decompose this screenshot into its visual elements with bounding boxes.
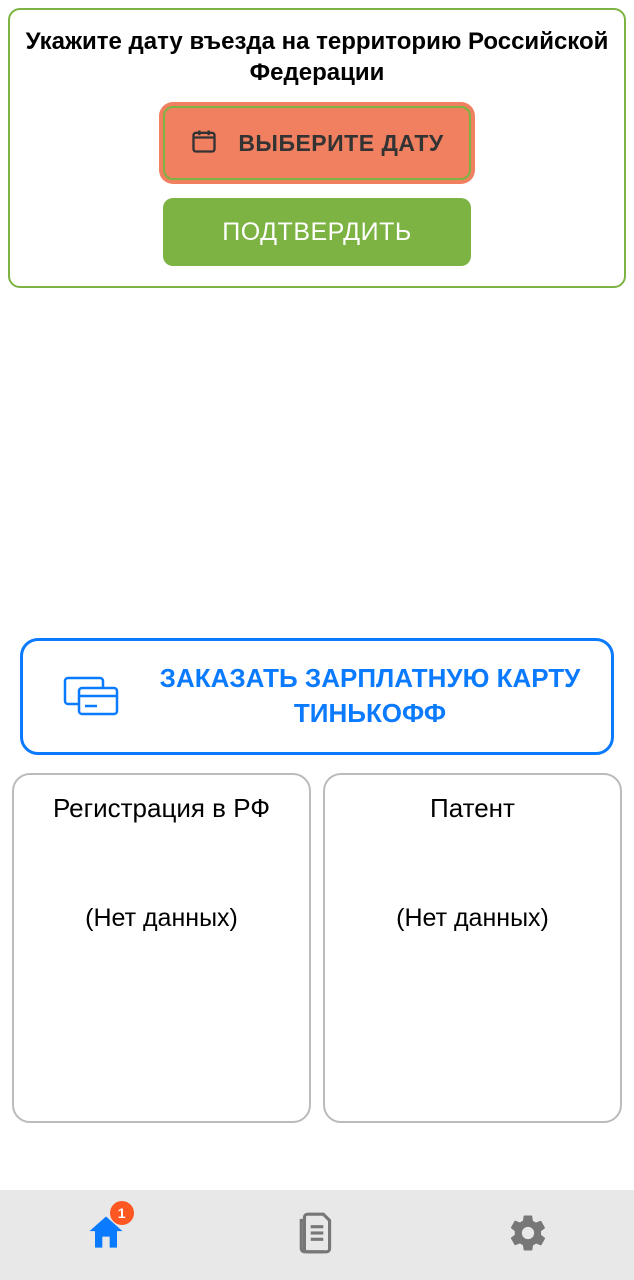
patent-card-title: Патент (335, 793, 610, 824)
nav-home[interactable]: 1 (76, 1205, 136, 1265)
credit-cards-icon (63, 672, 119, 721)
confirm-button-label: ПОДТВЕРДИТЬ (222, 218, 412, 247)
registration-card-title: Регистрация в РФ (24, 793, 299, 824)
registration-card[interactable]: Регистрация в РФ (Нет данных) (12, 773, 311, 1123)
nav-settings[interactable] (498, 1205, 558, 1265)
confirm-button[interactable]: ПОДТВЕРДИТЬ (163, 198, 471, 266)
select-date-button[interactable]: ВЫБЕРИТЕ ДАТУ (163, 106, 471, 180)
patent-card-value: (Нет данных) (335, 904, 610, 933)
calendar-icon (190, 127, 218, 160)
info-cards-row: Регистрация в РФ (Нет данных) Патент (Не… (8, 773, 626, 1123)
entry-date-card: Укажите дату въезда на территорию Россий… (8, 8, 626, 288)
spacer (8, 308, 626, 638)
patent-card[interactable]: Патент (Нет данных) (323, 773, 622, 1123)
home-badge: 1 (110, 1201, 134, 1225)
nav-documents[interactable] (287, 1205, 347, 1265)
order-card-label: ЗАКАЗАТЬ ЗАРПЛАТНУЮ КАРТУ ТИНЬКОФФ (149, 661, 591, 731)
entry-card-title: Укажите дату въезда на территорию Россий… (22, 26, 612, 88)
select-date-label: ВЫБЕРИТЕ ДАТУ (238, 130, 443, 157)
main-content: Укажите дату въезда на территорию Россий… (0, 0, 634, 1190)
bottom-navigation: 1 (0, 1190, 634, 1280)
document-icon (297, 1211, 337, 1260)
registration-card-value: (Нет данных) (24, 904, 299, 933)
order-tinkoff-card-button[interactable]: ЗАКАЗАТЬ ЗАРПЛАТНУЮ КАРТУ ТИНЬКОФФ (20, 638, 614, 754)
gear-icon (507, 1212, 549, 1259)
